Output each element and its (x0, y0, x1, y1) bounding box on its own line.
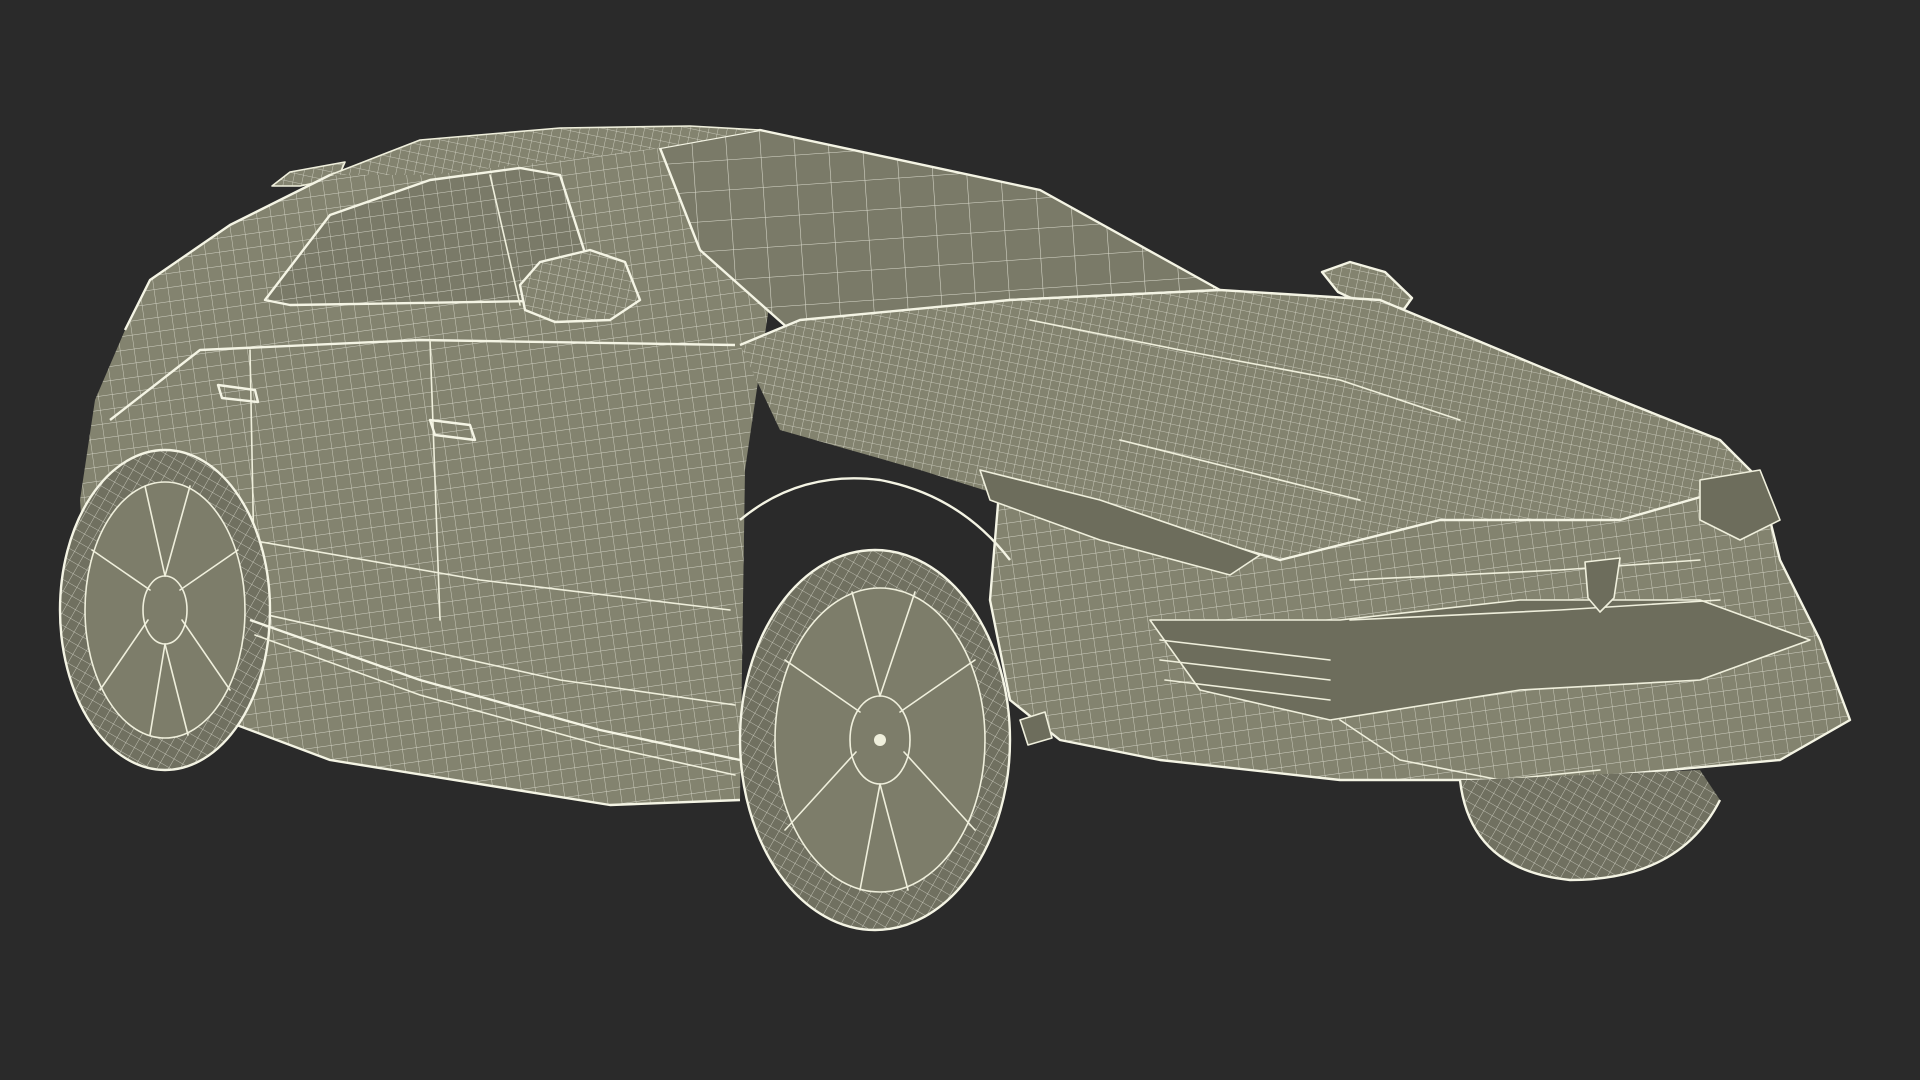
front-wheel (738, 548, 1012, 932)
wireframe-car-model (58, 125, 1852, 932)
render-viewport (0, 0, 1920, 1080)
rear-wheel (58, 448, 272, 772)
far-front-wheel (1458, 770, 1722, 882)
front-wheel-arch (739, 477, 1011, 561)
